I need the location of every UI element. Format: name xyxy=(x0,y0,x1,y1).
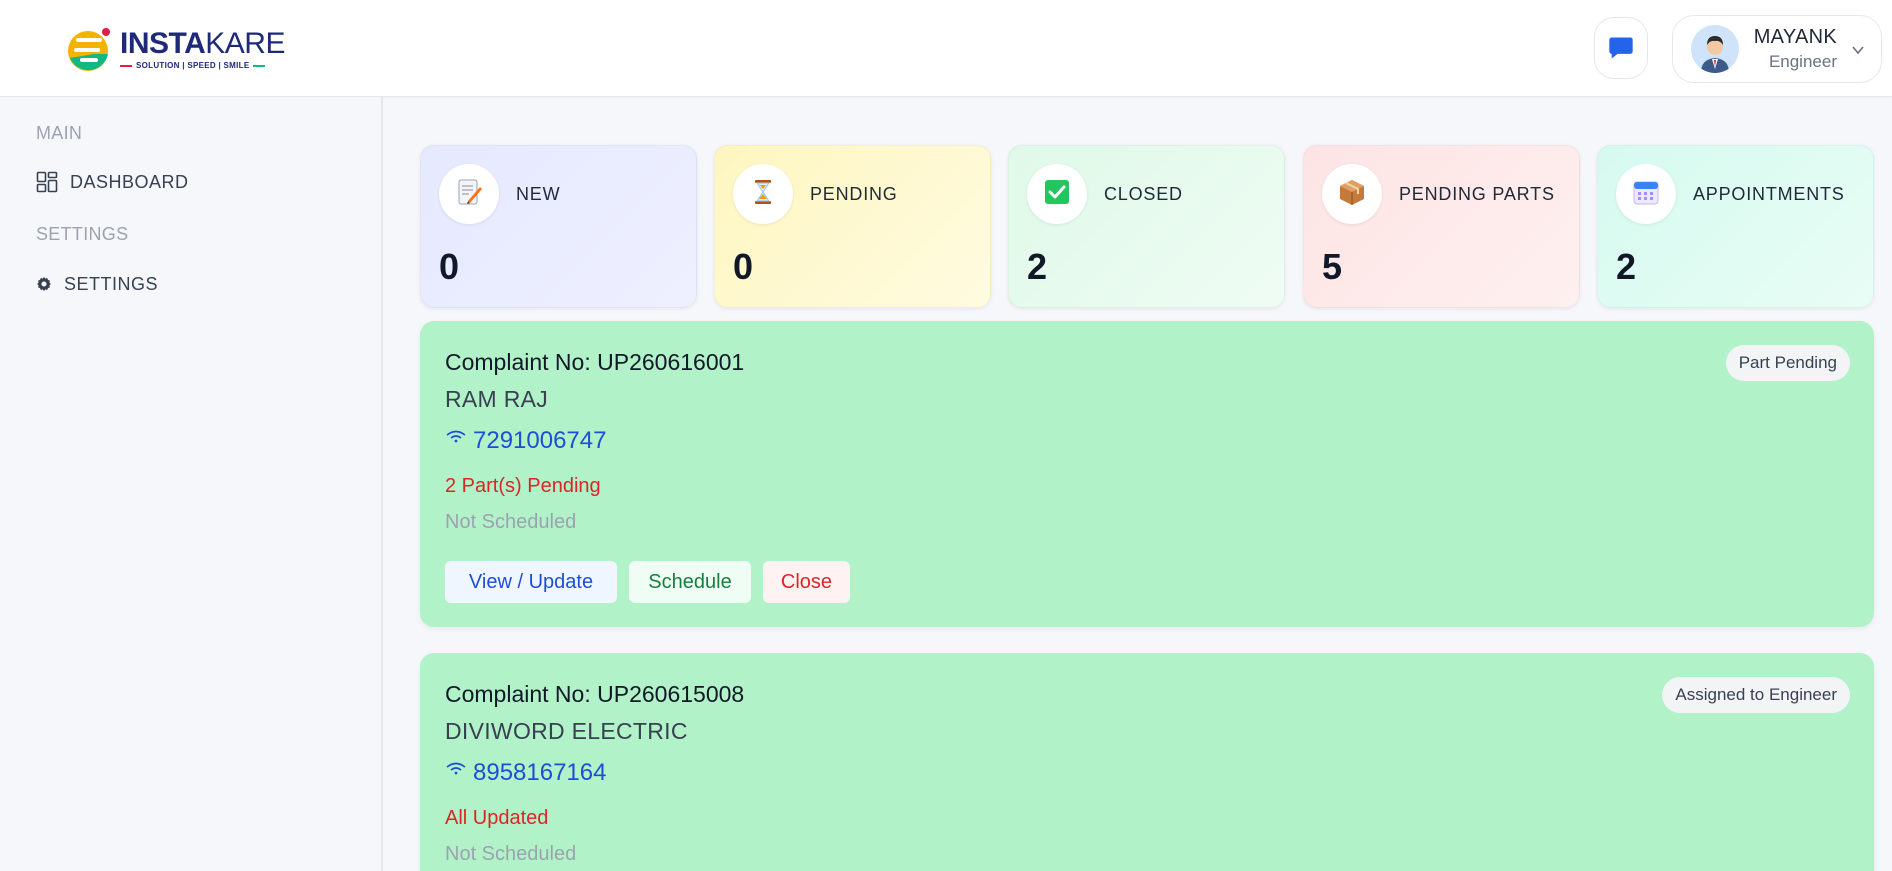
stat-count: 2 xyxy=(1027,246,1048,287)
stat-count: 0 xyxy=(439,246,460,287)
stat-count: 2 xyxy=(1616,246,1637,287)
user-menu[interactable]: MAYANK Engineer xyxy=(1672,15,1882,83)
complaint-card: Complaint No: UP260616001 RAM RAJ 729100… xyxy=(420,321,1874,627)
user-name: MAYANK xyxy=(1753,26,1837,48)
close-button[interactable]: Close xyxy=(763,561,850,603)
package-icon xyxy=(1337,177,1367,212)
stat-card-closed[interactable]: CLOSED 2 xyxy=(1008,145,1285,308)
phone-link[interactable]: 8958167164 xyxy=(445,759,606,787)
schedule-status: Not Scheduled xyxy=(445,843,577,865)
chat-icon xyxy=(1609,37,1633,59)
phone-number: 8958167164 xyxy=(473,759,607,786)
parts-status: All Updated xyxy=(445,807,549,829)
stat-label: NEW xyxy=(516,184,561,204)
memo-icon xyxy=(454,177,484,212)
signal-icon xyxy=(446,430,466,443)
sidebar-item-dashboard[interactable]: DASHBOARD xyxy=(36,171,189,193)
complaint-number: Complaint No: UP260615008 xyxy=(445,681,745,707)
logo-mark-icon xyxy=(64,24,118,74)
sidebar-item-label: SETTINGS xyxy=(64,273,159,294)
signal-icon xyxy=(446,762,466,775)
chevron-down-icon[interactable] xyxy=(1851,43,1865,57)
brand-name-part2: KARE xyxy=(205,27,285,60)
customer-name: DIVIWORD ELECTRIC xyxy=(445,718,688,744)
stat-card-pending[interactable]: PENDING 0 xyxy=(714,145,991,308)
parts-status: 2 Part(s) Pending xyxy=(445,475,601,497)
stat-label: CLOSED xyxy=(1104,184,1183,204)
sidebar-item-settings[interactable]: SETTINGS xyxy=(36,273,158,295)
stat-label: PENDING xyxy=(810,184,898,204)
sidebar-item-label: DASHBOARD xyxy=(70,171,189,192)
complaint-number: Complaint No: UP260616001 xyxy=(445,349,745,375)
user-role: Engineer xyxy=(1768,52,1837,71)
view-update-button[interactable]: View / Update xyxy=(445,561,617,603)
top-header: INSTAKARE SOLUTION | SPEED | SMILE MAYAN… xyxy=(0,0,1892,97)
calendar-icon xyxy=(1631,177,1661,212)
brand-logo[interactable]: INSTAKARE SOLUTION | SPEED | SMILE xyxy=(64,24,285,74)
check-box-icon xyxy=(1042,177,1072,212)
stat-card-appointments[interactable]: APPOINTMENTS 2 xyxy=(1597,145,1874,308)
complaint-card: Complaint No: UP260615008 DIVIWORD ELECT… xyxy=(420,653,1874,871)
sidebar-section-main: MAIN xyxy=(36,123,83,143)
stat-count: 5 xyxy=(1322,246,1343,287)
status-badge: Assigned to Engineer xyxy=(1662,677,1850,713)
avatar xyxy=(1691,25,1739,73)
schedule-button[interactable]: Schedule xyxy=(629,561,751,603)
phone-number: 7291006747 xyxy=(473,427,607,454)
phone-link[interactable]: 7291006747 xyxy=(445,427,606,455)
stat-label: PENDING PARTS xyxy=(1399,184,1555,204)
grid-icon xyxy=(36,171,58,193)
status-badge: Part Pending xyxy=(1725,345,1850,381)
brand-tagline: SOLUTION | SPEED | SMILE xyxy=(136,61,250,70)
stat-label: APPOINTMENTS xyxy=(1693,184,1845,204)
brand-name-part1: INSTA xyxy=(120,27,206,60)
stat-card-new[interactable]: NEW 0 xyxy=(420,145,697,308)
gear-icon xyxy=(36,273,52,295)
stat-count: 0 xyxy=(733,246,754,287)
sidebar-section-settings: SETTINGS xyxy=(36,224,129,244)
schedule-status: Not Scheduled xyxy=(445,511,577,533)
stat-card-pending-parts[interactable]: PENDING PARTS 5 xyxy=(1303,145,1580,308)
chat-button[interactable] xyxy=(1594,17,1648,79)
hourglass-icon xyxy=(748,177,778,212)
customer-name: RAM RAJ xyxy=(445,386,549,412)
sidebar: MAIN DASHBOARD SETTINGS SETTINGS xyxy=(0,97,383,871)
